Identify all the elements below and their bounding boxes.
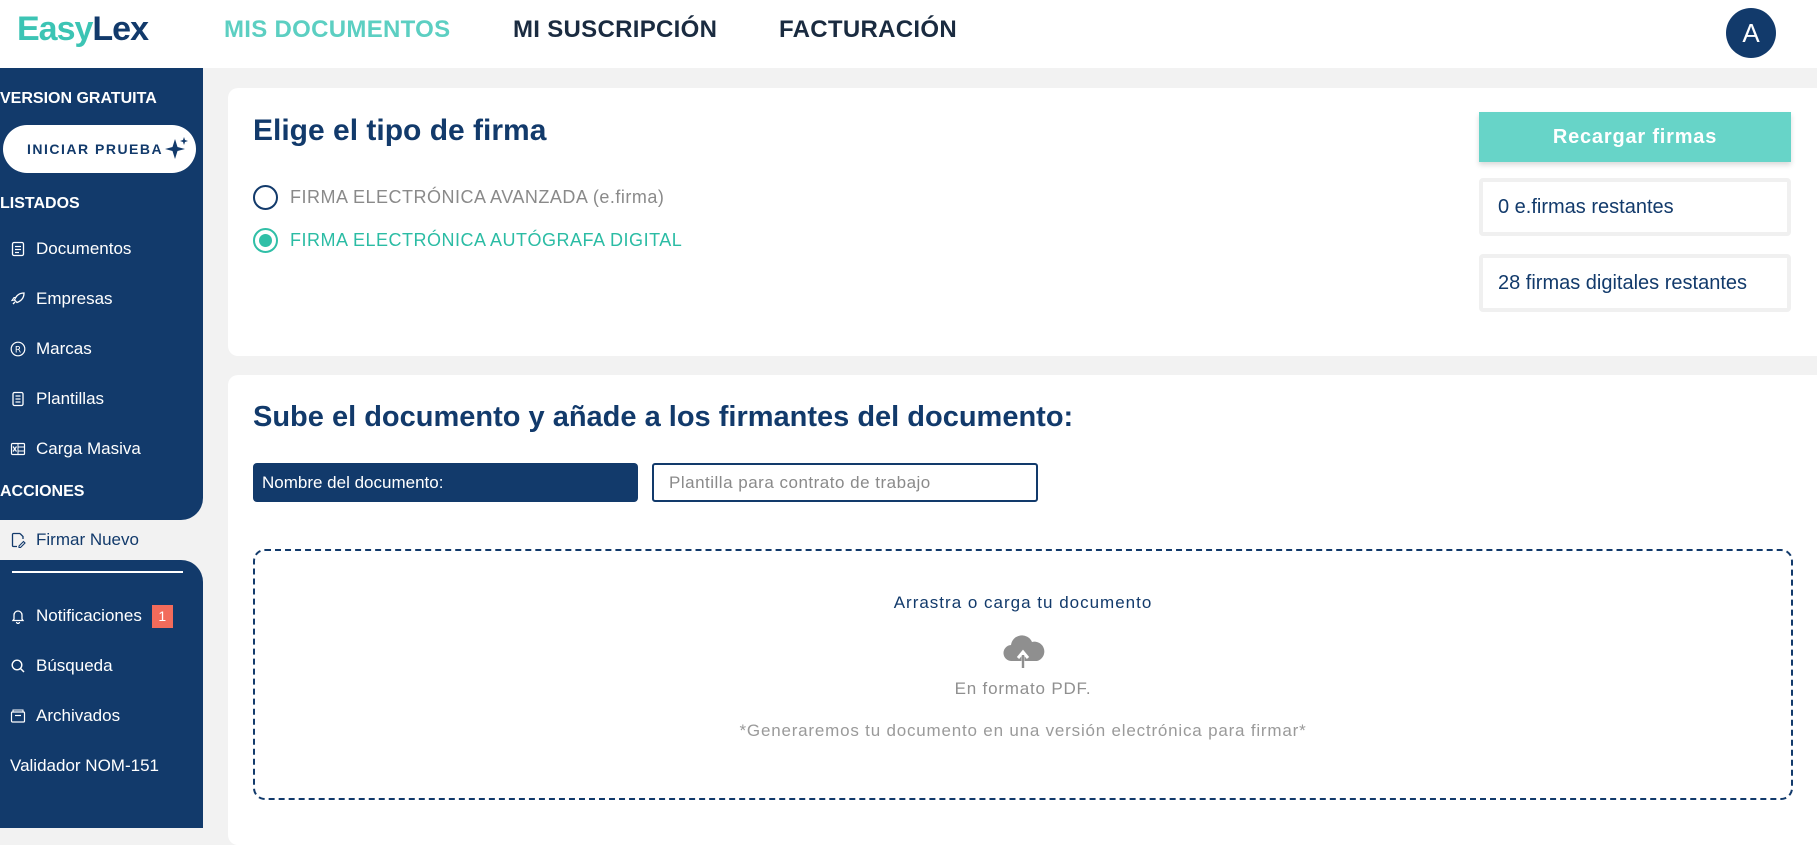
radio-digital-signature[interactable]: FIRMA ELECTRÓNICA AUTÓGRAFA DIGITAL xyxy=(253,228,682,253)
version-heading: VERSION GRATUITA xyxy=(0,90,157,107)
sparkle-icon xyxy=(165,137,188,159)
start-trial-label: INICIAR PRUEBA xyxy=(27,141,164,157)
document-name-label: Nombre del documento: xyxy=(253,463,638,502)
start-trial-button[interactable]: INICIAR PRUEBA xyxy=(3,125,196,173)
radio-button[interactable] xyxy=(253,185,278,210)
archive-icon xyxy=(10,709,26,723)
signature-type-title: Elige el tipo de firma xyxy=(253,114,547,147)
sidebar-item-validador[interactable]: Validador NOM-151 xyxy=(10,753,159,779)
top-bar: EasyLex MIS DOCUMENTOS MI SUSCRIPCIÓN FA… xyxy=(0,0,1817,68)
sign-document-icon xyxy=(11,532,26,548)
sidebar: VERSION GRATUITA INICIAR PRUEBA LISTADOS… xyxy=(0,68,203,520)
radio-advanced-signature[interactable]: FIRMA ELECTRÓNICA AVANZADA (e.firma) xyxy=(253,185,664,210)
digital-signatures-remaining-counter: 28 firmas digitales restantes xyxy=(1479,254,1791,312)
nav-facturacion[interactable]: FACTURACIÓN xyxy=(779,16,957,44)
sidebar-item-label: Plantillas xyxy=(36,389,105,408)
sidebar-item-label: Firmar Nuevo xyxy=(36,530,139,549)
sidebar-divider xyxy=(12,571,183,573)
document-dropzone[interactable]: Arrastra o carga tu documento En formato… xyxy=(253,549,1793,800)
document-name-input[interactable] xyxy=(652,463,1038,502)
sidebar-item-label: Notificaciones xyxy=(36,606,142,625)
sidebar-item-label: Validador NOM-151 xyxy=(10,756,159,775)
document-icon xyxy=(11,241,25,257)
svg-text:R: R xyxy=(15,346,21,356)
sidebar-item-label: Documentos xyxy=(36,239,132,258)
logo-text-lex: Lex xyxy=(92,10,149,48)
sidebar-item-empresas[interactable]: Empresas xyxy=(10,286,113,312)
bell-icon xyxy=(11,610,25,624)
dropzone-title: Arrastra o carga tu documento xyxy=(893,593,1153,612)
radio-label: FIRMA ELECTRÓNICA AUTÓGRAFA DIGITAL xyxy=(290,230,683,250)
recharge-signatures-button[interactable]: Recargar firmas xyxy=(1479,112,1791,162)
sidebar-item-notificaciones[interactable]: Notificaciones 1 xyxy=(10,603,173,629)
dropzone-note: *Generaremos tu documento en una versión… xyxy=(739,721,1307,740)
upload-section-title: Sube el documento y añade a los firmante… xyxy=(253,401,1074,433)
rocket-icon xyxy=(10,292,25,305)
radio-button-selected[interactable] xyxy=(253,228,278,253)
easylex-logo[interactable]: EasyLex xyxy=(17,10,149,49)
sidebar-item-marcas[interactable]: R Marcas xyxy=(10,336,92,362)
dropzone-format: En formato PDF. xyxy=(954,679,1092,698)
sidebar-item-carga-masiva[interactable]: Carga Masiva xyxy=(10,436,141,462)
efirmas-remaining-counter: 0 e.firmas restantes xyxy=(1479,178,1791,236)
listados-heading: LISTADOS xyxy=(0,195,80,212)
sidebar-item-firmar-nuevo[interactable]: Firmar Nuevo xyxy=(0,523,203,557)
nav-mi-suscripcion[interactable]: MI SUSCRIPCIÓN xyxy=(513,16,717,44)
cloud-upload-icon xyxy=(1001,635,1045,674)
nav-mis-documentos[interactable]: MIS DOCUMENTOS xyxy=(224,16,450,44)
sidebar-item-documentos[interactable]: Documentos xyxy=(10,236,131,262)
sidebar-item-label: Carga Masiva xyxy=(36,439,141,458)
radio-label: FIRMA ELECTRÓNICA AVANZADA (e.firma) xyxy=(290,187,665,207)
sidebar-bottom: Notificaciones 1 Búsqueda Archivados Val… xyxy=(0,560,203,828)
sidebar-item-label: Empresas xyxy=(36,289,113,308)
sidebar-item-label: Búsqueda xyxy=(36,656,113,675)
excel-icon xyxy=(10,442,26,456)
registered-icon: R xyxy=(10,341,26,357)
sidebar-item-archivados[interactable]: Archivados xyxy=(10,703,120,729)
sidebar-item-plantillas[interactable]: Plantillas xyxy=(10,386,104,412)
sidebar-item-busqueda[interactable]: Búsqueda xyxy=(10,653,113,679)
sidebar-item-label: Archivados xyxy=(36,706,121,725)
search-icon xyxy=(11,659,25,673)
acciones-heading: ACCIONES xyxy=(0,483,85,500)
template-icon xyxy=(12,391,24,407)
sidebar-item-label: Marcas xyxy=(36,339,92,358)
notification-badge: 1 xyxy=(151,604,173,628)
user-avatar[interactable]: A xyxy=(1726,8,1776,58)
logo-text-easy: Easy xyxy=(17,10,93,48)
